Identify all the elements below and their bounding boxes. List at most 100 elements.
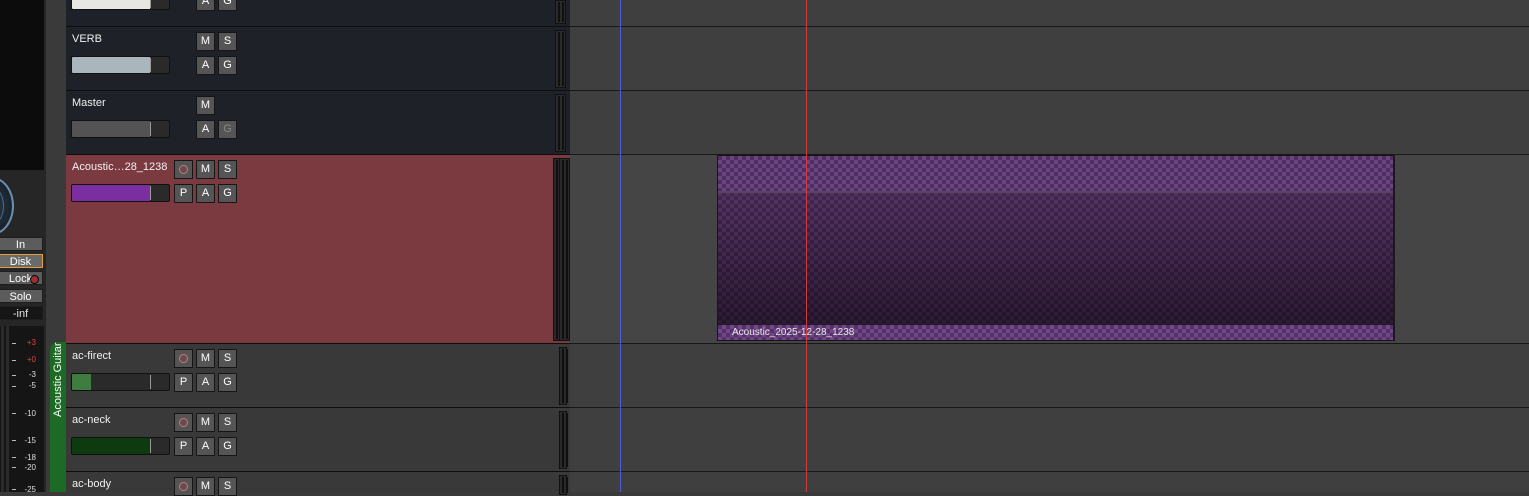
playlist-button[interactable]: P	[174, 373, 193, 392]
meter-bar-left	[1, 326, 4, 492]
group-button[interactable]: G	[218, 56, 237, 75]
meter-bar-right	[6, 326, 9, 492]
track-name[interactable]: ac-neck	[72, 414, 111, 426]
region-trim-bar[interactable]	[718, 156, 1394, 193]
solo-button[interactable]: S	[218, 160, 237, 179]
track-header-verb[interactable]: VERB M S A G	[66, 27, 570, 91]
record-arm-button[interactable]	[174, 349, 193, 368]
track-header-master[interactable]: Master M A G	[66, 91, 570, 155]
meter-tick-mark	[12, 467, 16, 468]
fader-unity-mark	[150, 439, 151, 453]
track-name[interactable]: ac-body	[72, 478, 111, 490]
track-lane[interactable]	[570, 0, 1529, 27]
meter-tick-mark	[12, 360, 16, 361]
track-lane[interactable]	[570, 344, 1529, 408]
track-header-acoustic[interactable]: Acoustic…28_1238 M S P A G	[66, 155, 570, 344]
meter-tick-mark	[12, 489, 16, 490]
track-meter	[559, 411, 568, 469]
fader-unity-mark	[150, 0, 151, 8]
meter-tick-label: -5	[28, 381, 36, 390]
mute-button[interactable]: M	[196, 477, 215, 496]
meter-tick-mark	[12, 413, 16, 414]
track-lane[interactable]	[570, 472, 1529, 492]
playlist-button[interactable]: P	[174, 184, 193, 203]
meter-tick-label: -18	[24, 453, 36, 462]
meter-tick-mark	[12, 440, 16, 441]
track-name[interactable]: VERB	[72, 33, 102, 45]
meter-tick-mark	[12, 343, 16, 344]
group-button[interactable]: G	[218, 0, 237, 11]
solo-button[interactable]: S	[218, 32, 237, 51]
gain-fader[interactable]	[71, 437, 170, 455]
record-arm-button[interactable]	[174, 413, 193, 432]
automation-button[interactable]: A	[196, 184, 215, 203]
group-button[interactable]: G	[218, 437, 237, 456]
group-tab[interactable]: Acoustic Guitar	[50, 342, 66, 492]
automation-button[interactable]: A	[196, 56, 215, 75]
solo-button[interactable]: S	[218, 349, 237, 368]
gain-fader[interactable]	[71, 120, 170, 138]
fader-fill	[72, 185, 150, 201]
solo-isolate-button[interactable]: Solo	[0, 289, 43, 303]
solo-button[interactable]: S	[218, 413, 237, 432]
lock-button[interactable]: Lock	[0, 271, 43, 285]
track-name[interactable]: Master	[72, 97, 106, 109]
meter-tick-mark	[12, 386, 16, 387]
track-name[interactable]: Acoustic…28_1238	[72, 161, 167, 173]
automation-button[interactable]: A	[196, 0, 215, 11]
track-header-ac-neck[interactable]: ac-neck M S P A G	[66, 408, 570, 472]
track-header-ac-firect[interactable]: ac-firect M S P A G	[66, 344, 570, 408]
meter-tick-label: +3	[26, 338, 36, 347]
track-header-bus-top[interactable]: A G	[66, 0, 570, 27]
mute-button[interactable]: M	[196, 413, 215, 432]
track-meter	[555, 94, 566, 152]
record-arm-button[interactable]	[174, 477, 193, 496]
disk-button[interactable]: Disk	[0, 254, 43, 268]
meter-tick-label: -10	[24, 409, 36, 418]
fader-unity-mark	[150, 58, 151, 72]
track-lane[interactable]	[570, 408, 1529, 472]
meter-tick-label: -20	[24, 463, 36, 472]
meter-tick-mark	[12, 375, 16, 376]
edit-point-line[interactable]	[620, 0, 621, 492]
lock-indicator-icon	[30, 275, 39, 284]
group-button[interactable]: G	[218, 120, 237, 139]
meter-tick-mark	[12, 457, 16, 458]
fader-unity-mark	[150, 122, 151, 136]
track-meter	[555, 30, 566, 88]
playhead[interactable]	[806, 0, 807, 492]
gain-fader[interactable]	[71, 373, 170, 391]
record-arm-button[interactable]	[174, 160, 193, 179]
peak-level-display: -inf	[0, 306, 43, 320]
gain-fader[interactable]	[71, 0, 170, 10]
meter-tick-label: +0	[26, 355, 36, 364]
solo-button[interactable]: S	[218, 477, 237, 496]
group-tab-label: Acoustic Guitar	[52, 342, 64, 417]
mute-button[interactable]: M	[196, 96, 215, 115]
track-meter	[559, 475, 568, 495]
track-lane[interactable]	[570, 91, 1529, 155]
automation-button[interactable]: A	[196, 120, 215, 139]
track-lane[interactable]	[570, 27, 1529, 91]
track-meter	[555, 0, 566, 24]
gain-fader[interactable]	[71, 56, 170, 74]
group-button[interactable]: G	[218, 373, 237, 392]
automation-button[interactable]: A	[196, 437, 215, 456]
input-button[interactable]: In	[0, 237, 43, 251]
meter-tick-label: -25	[24, 485, 36, 494]
fader-unity-mark	[150, 375, 151, 389]
audio-region[interactable]: Acoustic_2025-12-28_1238	[717, 155, 1395, 341]
mute-button[interactable]: M	[196, 349, 215, 368]
group-button[interactable]: G	[218, 184, 237, 203]
lock-label: Lock	[8, 273, 33, 285]
meter-tick-label: -15	[24, 436, 36, 445]
mute-button[interactable]: M	[196, 32, 215, 51]
mute-button[interactable]: M	[196, 160, 215, 179]
region-end-edge[interactable]	[1393, 156, 1395, 340]
strip-plugin-area[interactable]	[0, 0, 44, 170]
automation-button[interactable]: A	[196, 373, 215, 392]
track-header-ac-body[interactable]: ac-body M S	[66, 472, 570, 496]
track-name[interactable]: ac-firect	[72, 350, 111, 362]
gain-fader[interactable]	[71, 184, 170, 202]
playlist-button[interactable]: P	[174, 437, 193, 456]
